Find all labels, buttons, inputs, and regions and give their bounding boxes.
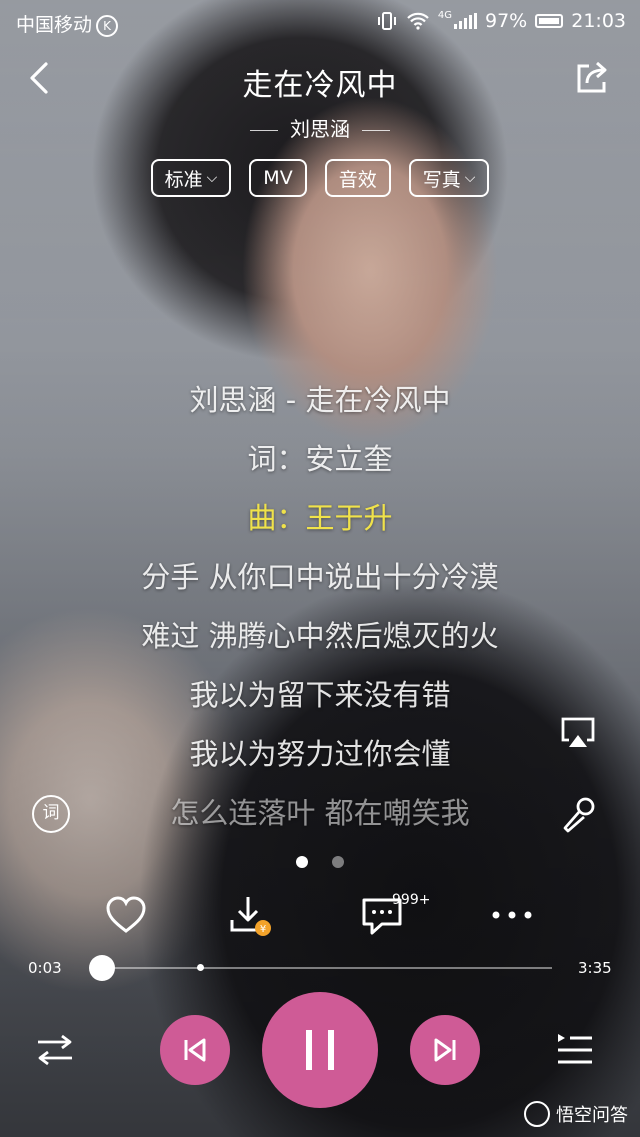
shuffle-icon[interactable] bbox=[36, 1033, 74, 1067]
next-button[interactable] bbox=[410, 1015, 480, 1085]
page-indicator bbox=[0, 856, 640, 868]
song-title: 走在冷风中 bbox=[242, 68, 398, 103]
divider bbox=[362, 130, 390, 131]
watermark: 悟空问答 bbox=[524, 1101, 628, 1127]
microphone-icon[interactable] bbox=[560, 796, 598, 834]
option-chips: 标准 ⌵ MV 音效 写真 ⌵ bbox=[0, 159, 640, 197]
share-icon[interactable] bbox=[574, 60, 610, 96]
download-icon[interactable]: ¥ bbox=[228, 893, 274, 939]
quality-chip[interactable]: 标准 ⌵ bbox=[150, 159, 232, 197]
lyric-line: 难过 沸腾心中然后熄灭的火 bbox=[141, 619, 499, 653]
previous-button[interactable] bbox=[160, 1015, 230, 1085]
playlist-icon[interactable] bbox=[556, 1030, 594, 1070]
clock: 21:03 bbox=[571, 10, 626, 32]
sound-effect-chip[interactable]: 音效 bbox=[324, 159, 391, 197]
network-type: 4G bbox=[437, 10, 452, 21]
watermark-text: 悟空问答 bbox=[556, 1105, 628, 1126]
lyric-line: 我以为努力过你会懂 bbox=[189, 737, 451, 771]
total-time: 3:35 bbox=[578, 959, 612, 977]
chevron-down-icon: ⌵ bbox=[464, 170, 476, 186]
heart-icon[interactable] bbox=[104, 895, 148, 935]
wifi-icon bbox=[407, 12, 429, 30]
status-bar: 中国移动 K 4G 97% 21:03 bbox=[0, 0, 640, 44]
chip-label: MV bbox=[263, 167, 293, 189]
lyric-line: 词：安立奎 bbox=[247, 442, 393, 476]
artist-line: 刘思涵 bbox=[0, 113, 640, 142]
signal-icon bbox=[454, 13, 477, 29]
vibrate-icon bbox=[377, 12, 396, 30]
chip-label: 写真 bbox=[422, 168, 461, 191]
more-icon[interactable] bbox=[490, 905, 534, 925]
battery-percent: 97% bbox=[485, 10, 528, 32]
artist-name[interactable]: 刘思涵 bbox=[290, 117, 350, 141]
lyric-line-current: 曲：王于升 bbox=[247, 501, 393, 535]
svg-text:¥: ¥ bbox=[260, 924, 266, 935]
seek-knob[interactable] bbox=[89, 955, 116, 981]
lyric-line: 刘思涵 - 走在冷风中 bbox=[189, 383, 451, 417]
carrier-badge: K bbox=[96, 15, 119, 37]
mv-chip[interactable]: MV bbox=[249, 159, 307, 197]
battery-icon bbox=[535, 14, 564, 28]
carrier-label: 中国移动 K bbox=[16, 10, 119, 37]
lyrics-panel[interactable]: 刘思涵 - 走在冷风中 词：安立奎 曲：王于升 分手 从你口中说出十分冷漠 难过… bbox=[0, 378, 640, 850]
pause-icon bbox=[306, 1030, 334, 1070]
previous-icon bbox=[184, 1038, 206, 1062]
chip-label: 标准 bbox=[164, 168, 203, 191]
chip-label: 音效 bbox=[338, 168, 377, 191]
page-dot-active bbox=[296, 856, 308, 868]
progress-bar: 0:03 3:35 bbox=[0, 952, 640, 986]
status-icons: 4G 97% 21:03 bbox=[376, 10, 626, 32]
airplay-icon[interactable] bbox=[560, 715, 596, 751]
lyrics-toggle-button[interactable]: 词 bbox=[32, 795, 70, 833]
watermark-logo-icon bbox=[524, 1101, 550, 1127]
lyric-line: 分手 从你口中说出十分冷漠 bbox=[141, 560, 499, 594]
chevron-down-icon: ⌵ bbox=[206, 170, 218, 186]
page-dot bbox=[332, 856, 344, 868]
buffer-marker bbox=[197, 964, 205, 971]
pause-button[interactable] bbox=[262, 992, 378, 1108]
next-icon bbox=[434, 1038, 456, 1062]
elapsed-time: 0:03 bbox=[28, 959, 62, 977]
comment-count-badge: 999+ bbox=[392, 892, 431, 908]
seek-track[interactable] bbox=[96, 967, 552, 969]
divider bbox=[250, 130, 278, 131]
lyric-line: 怎么连落叶 都在嘲笑我 bbox=[170, 796, 470, 830]
photo-chip[interactable]: 写真 ⌵ bbox=[408, 159, 490, 197]
carrier-name: 中国移动 bbox=[16, 14, 93, 36]
lyric-line: 我以为留下来没有错 bbox=[189, 678, 451, 712]
